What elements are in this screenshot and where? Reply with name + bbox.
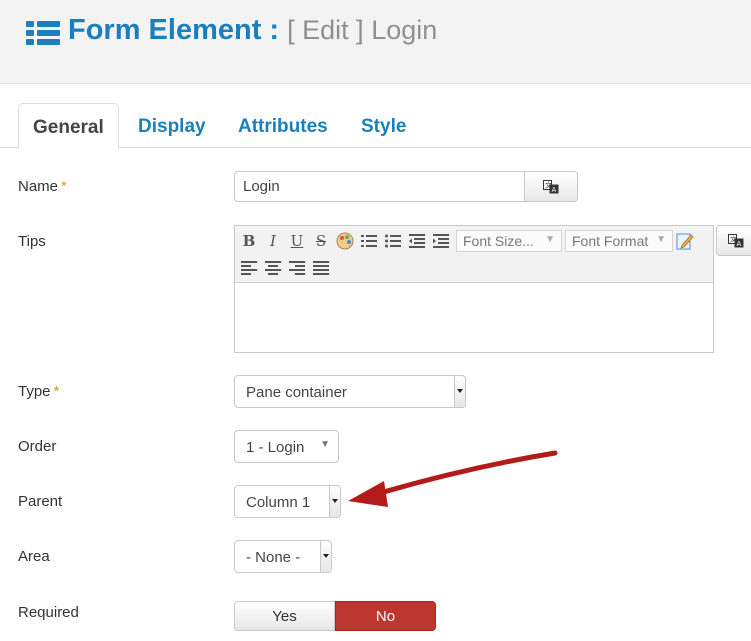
align-center-icon[interactable] <box>264 259 282 277</box>
tab-general[interactable]: General <box>18 103 119 149</box>
align-left-icon[interactable] <box>240 259 258 277</box>
page-title-subtitle: [ Edit ] Login <box>287 15 438 45</box>
indent-icon[interactable] <box>432 232 450 250</box>
name-input[interactable] <box>234 171 526 202</box>
tips-editor[interactable]: B I U S Font Size... ▼ Font Format ▼ <box>234 225 714 353</box>
svg-text:A: A <box>737 240 742 248</box>
page-header: Form Element : [ Edit ] Login <box>0 0 751 84</box>
required-star: * <box>53 383 60 400</box>
required-no-button[interactable]: No <box>335 601 436 631</box>
align-right-icon[interactable] <box>288 259 306 277</box>
chevron-down-icon: ▼ <box>320 439 330 450</box>
parent-select-value: Column 1 <box>246 494 311 511</box>
chevron-down-icon: ▼ <box>545 234 555 245</box>
page-title-main: Form Element : <box>68 14 280 46</box>
order-label: Order <box>18 438 57 455</box>
required-toggle: Yes No <box>234 601 436 631</box>
bold-icon[interactable]: B <box>240 232 258 250</box>
tab-display[interactable]: Display <box>138 103 206 148</box>
parent-select[interactable]: Column 1 <box>234 485 341 518</box>
tips-translate-button[interactable]: 文 A <box>716 225 751 256</box>
annotation-arrow <box>348 450 558 507</box>
font-size-select[interactable]: Font Size... ▼ <box>456 230 562 252</box>
unordered-list-icon[interactable] <box>384 232 402 250</box>
required-star: * <box>61 178 67 195</box>
type-select-value: Pane container <box>246 384 347 401</box>
name-label: Name * <box>18 178 67 195</box>
type-label-text: Type <box>18 383 51 400</box>
svg-text:A: A <box>552 186 557 194</box>
outdent-icon[interactable] <box>408 232 426 250</box>
chevron-down-icon: ▼ <box>656 234 666 245</box>
required-yes-button[interactable]: Yes <box>234 601 335 631</box>
tab-bar: General Display Attributes Style <box>0 103 751 149</box>
edit-icon[interactable] <box>676 232 694 250</box>
tab-attributes[interactable]: Attributes <box>238 103 328 148</box>
font-size-select-label: Font Size... <box>463 233 534 249</box>
dropdown-arrow-icon[interactable] <box>454 376 465 407</box>
ordered-list-icon[interactable] <box>360 232 378 250</box>
tab-style[interactable]: Style <box>361 103 406 148</box>
dropdown-arrow-icon[interactable] <box>329 486 340 517</box>
order-select[interactable]: 1 - Login ▼ <box>234 430 339 463</box>
font-format-select[interactable]: Font Format ▼ <box>565 230 673 252</box>
dropdown-arrow-icon[interactable] <box>320 541 331 572</box>
strikethrough-icon[interactable]: S <box>312 232 330 250</box>
tips-label: Tips <box>18 233 46 250</box>
list-icon <box>26 21 60 45</box>
area-select[interactable]: - None - <box>234 540 332 573</box>
parent-label: Parent <box>18 493 63 510</box>
order-select-value: 1 - Login <box>246 439 305 456</box>
page-title: Form Element : [ Edit ] Login <box>68 14 437 47</box>
underline-icon[interactable]: U <box>288 232 306 250</box>
required-label: Required <box>18 604 79 621</box>
type-label: Type * <box>18 383 59 400</box>
name-label-text: Name <box>18 178 59 195</box>
translate-icon: 文 A <box>543 179 559 194</box>
translate-icon: 文 A <box>728 233 744 248</box>
align-justify-icon[interactable] <box>312 259 330 277</box>
translate-button[interactable]: 文 A <box>524 171 578 202</box>
area-select-value: - None - <box>246 549 301 566</box>
font-format-select-label: Font Format <box>572 233 649 249</box>
italic-icon[interactable]: I <box>264 232 282 250</box>
editor-toolbar: B I U S Font Size... ▼ Font Format ▼ <box>235 226 713 283</box>
color-palette-icon[interactable] <box>336 232 354 250</box>
area-label: Area <box>18 548 50 565</box>
type-select[interactable]: Pane container <box>234 375 466 408</box>
